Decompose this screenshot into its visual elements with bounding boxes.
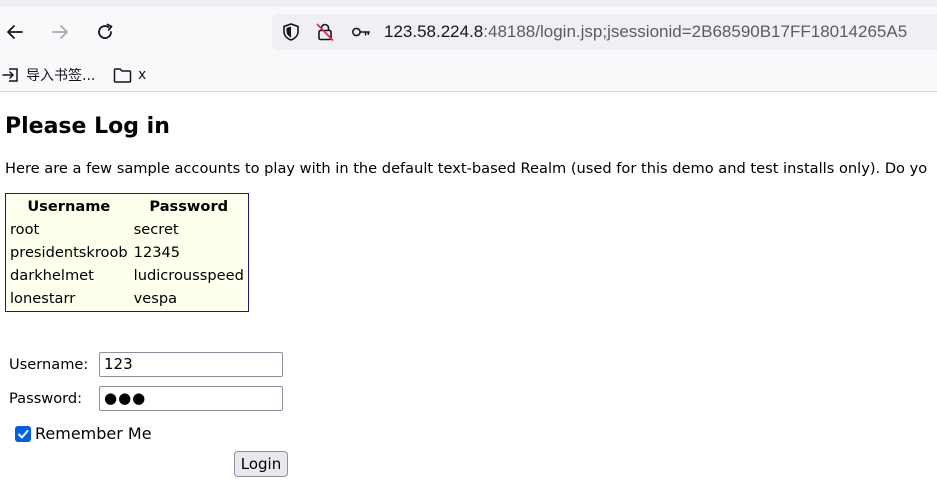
table-header-row: Username Password — [8, 196, 246, 217]
bookmark-folder-label: x — [138, 67, 147, 83]
key-icon[interactable] — [351, 22, 371, 42]
url-bar[interactable]: 123.58.224.8:48188/login.jsp;jsessionid=… — [272, 14, 937, 50]
reload-button[interactable] — [92, 19, 118, 45]
cell-password: ludicrousspeed — [133, 267, 244, 284]
column-header-username: Username — [27, 198, 111, 215]
column-header-password: Password — [149, 198, 229, 215]
page-title: Please Log in — [5, 114, 170, 139]
username-input[interactable]: 123 — [99, 352, 283, 377]
remember-me[interactable]: Remember Me — [15, 424, 152, 444]
cell-username: root — [10, 221, 40, 238]
table-row: lonestarr vespa — [8, 288, 246, 309]
cell-username: lonestarr — [10, 290, 76, 307]
password-label: Password: — [9, 390, 83, 407]
cell-username: presidentskroob — [10, 244, 128, 261]
cell-username: darkhelmet — [10, 267, 94, 284]
folder-icon — [113, 67, 132, 83]
table-row: root secret — [8, 219, 246, 240]
sample-accounts-table: Username Password root secret presidents… — [5, 193, 249, 312]
remember-me-checkbox[interactable] — [15, 426, 31, 442]
tab-strip — [0, 0, 937, 7]
url-text[interactable]: 123.58.224.8:48188/login.jsp;jsessionid=… — [384, 21, 907, 43]
remember-me-label: Remember Me — [35, 424, 152, 443]
cell-password: 12345 — [133, 244, 181, 261]
bookmark-import-label: 导入书签... — [26, 68, 96, 84]
forward-arrow-icon — [52, 25, 68, 39]
intro-text: Here are a few sample accounts to play w… — [5, 160, 928, 177]
shield-icon[interactable] — [281, 22, 301, 42]
cell-password: secret — [133, 221, 179, 238]
table-row: darkhelmet ludicrousspeed — [8, 265, 246, 286]
bookmark-folder-x[interactable]: x — [113, 65, 146, 85]
url-host: 123.58.224.8 — [384, 22, 484, 41]
back-arrow-icon — [7, 25, 23, 39]
back-button[interactable] — [2, 19, 28, 45]
import-icon — [2, 68, 18, 82]
table-row: presidentskroob 12345 — [8, 242, 246, 263]
url-path: :48188/login.jsp;jsessionid=2B68590B17FF… — [483, 22, 908, 41]
insecure-lock-icon[interactable] — [315, 22, 335, 42]
forward-button[interactable] — [47, 19, 73, 45]
bookmarks-bar: 导入书签... x — [0, 57, 937, 92]
bookmark-import[interactable]: 导入书签... — [2, 65, 95, 85]
cell-password: vespa — [133, 290, 178, 307]
login-button[interactable]: Login — [234, 451, 288, 477]
password-input[interactable]: ●●● — [99, 386, 283, 411]
reload-icon — [98, 23, 113, 39]
username-label: Username: — [9, 356, 89, 373]
browser-toolbar: 123.58.224.8:48188/login.jsp;jsessionid=… — [0, 7, 937, 57]
checkmark-icon — [18, 430, 29, 439]
